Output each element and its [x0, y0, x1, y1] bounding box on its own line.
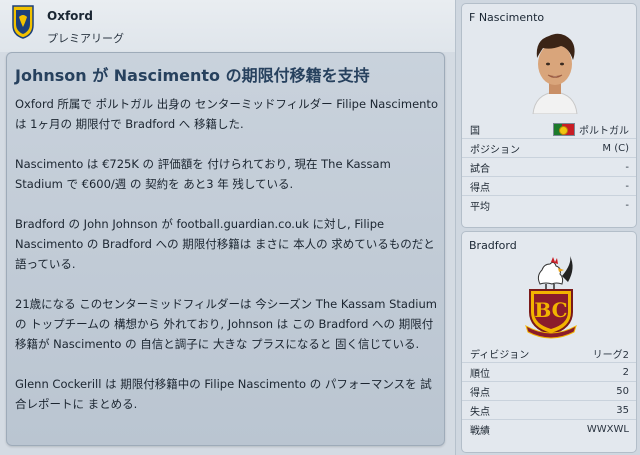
club-row-division: ディビジョン リーグ2: [462, 344, 636, 363]
nation-link[interactable]: ポルトガル: [579, 122, 629, 137]
news-paragraph: Nascimento は €725K の 評価額を 付けられており, 現在 Th…: [15, 157, 391, 191]
row-value: 50: [616, 385, 629, 397]
news-panel: Johnson が Nascimento の期限付移籍を支持 Oxford 所属…: [6, 52, 445, 446]
player-row-nation: 国 ポルトガル: [462, 120, 636, 139]
row-label: ポジション: [470, 144, 520, 156]
club-header: Oxford プレミアリーグ: [0, 0, 455, 52]
row-value: -: [625, 161, 629, 173]
loan-club-info-list: ディビジョン リーグ2 順位 2 得点 50 失点 35 戦績 WWXWL: [462, 344, 636, 439]
player-row-rating: 平均 -: [462, 196, 636, 215]
player-name[interactable]: F Nascimento: [469, 11, 544, 24]
club-name[interactable]: Oxford: [47, 9, 93, 23]
division-link[interactable]: リーグ2: [593, 346, 629, 361]
row-value: M (C): [602, 142, 629, 154]
news-paragraph: Glenn Cockerill は 期限付移籍中の Filipe Nascime…: [15, 377, 432, 411]
row-label: 国: [470, 125, 480, 137]
row-label: ディビジョン: [470, 349, 530, 361]
portugal-flag-icon: [553, 122, 575, 136]
player-card: F Nascimento 国 ポルトガル ポジション M (C) 試合 - 得点…: [461, 3, 637, 228]
club-row-goals-for: 得点 50: [462, 382, 636, 401]
side-column: F Nascimento 国 ポルトガル ポジション M (C) 試合 - 得点…: [455, 0, 640, 455]
row-label: 試合: [470, 163, 490, 175]
player-row-apps: 試合 -: [462, 158, 636, 177]
player-row-position: ポジション M (C): [462, 139, 636, 158]
row-label: 平均: [470, 202, 490, 213]
row-value: ポルトガル: [553, 122, 629, 137]
loan-club-name[interactable]: Bradford: [469, 239, 517, 252]
news-title: Johnson が Nascimento の期限付移籍を支持: [15, 66, 370, 85]
oxford-crest-icon[interactable]: [12, 5, 34, 39]
loan-club-card: Bradford BC ディビジョン リーグ2 順位 2 得点 50 失点 35…: [461, 231, 637, 453]
row-value: -: [625, 200, 629, 211]
row-label: 失点: [470, 406, 490, 418]
row-label: 順位: [470, 368, 490, 380]
news-body: Oxford 所属で ポルトガル 出身の センターミッドフィルダー Filipe…: [15, 94, 440, 434]
club-row-position: 順位 2: [462, 363, 636, 382]
row-value: WWXWL: [586, 424, 629, 435]
club-league[interactable]: プレミアリーグ: [47, 30, 124, 46]
row-value: -: [625, 180, 629, 192]
club-row-goals-against: 失点 35: [462, 401, 636, 420]
row-value: 2: [622, 366, 629, 378]
club-row-form: 戦績 WWXWL: [462, 420, 636, 439]
player-info-list: 国 ポルトガル ポジション M (C) 試合 - 得点 - 平均 -: [462, 120, 636, 215]
svg-text:BC: BC: [534, 298, 567, 322]
row-value: 35: [616, 404, 629, 416]
row-label: 得点: [470, 182, 490, 194]
news-paragraph: Bradford の John Johnson が football.guard…: [15, 217, 435, 271]
row-label: 得点: [470, 387, 490, 399]
news-paragraph: 21歳になる このセンターミッドフィルダーは 今シーズン The Kassam …: [15, 297, 437, 351]
bradford-badge-icon[interactable]: BC: [518, 254, 584, 340]
player-photo[interactable]: [525, 28, 585, 114]
player-row-goals: 得点 -: [462, 177, 636, 196]
news-paragraph: Oxford 所属で ポルトガル 出身の センターミッドフィルダー Filipe…: [15, 97, 438, 131]
row-label: 戦績: [470, 426, 490, 437]
